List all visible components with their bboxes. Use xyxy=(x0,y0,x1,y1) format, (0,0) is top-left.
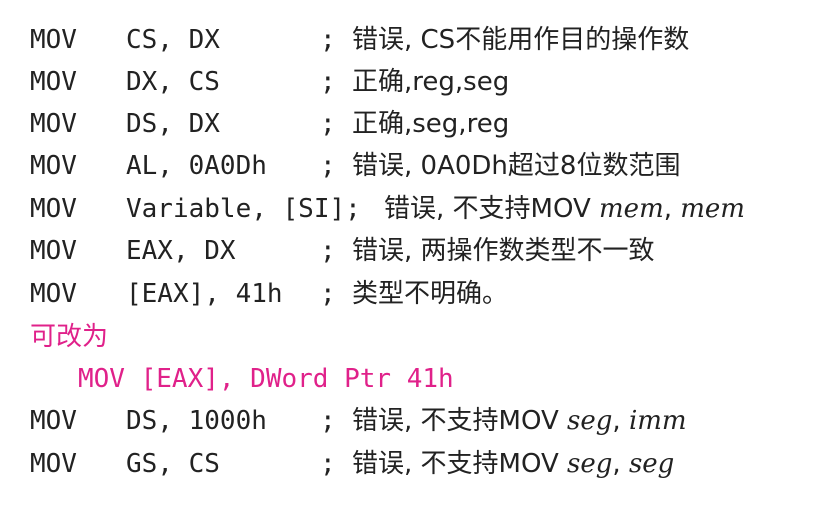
opcode: MOV xyxy=(30,25,77,55)
operands: EAX, DX xyxy=(126,236,236,266)
comment-marker: ; xyxy=(320,67,336,97)
fix-heading: 可改为 xyxy=(30,322,109,352)
operand-type: mem xyxy=(680,194,745,224)
comment: 正确,seg,reg xyxy=(352,109,510,139)
operands: DS, 1000h xyxy=(126,406,267,436)
comment: 错误, 0A0Dh超过8位数范围 xyxy=(352,151,681,181)
comment: 错误, 两操作数类型不一致 xyxy=(352,236,655,266)
comment-marker: ; xyxy=(320,236,336,266)
comment: 类型不明确。 xyxy=(352,279,509,309)
opcode: MOV xyxy=(30,109,77,139)
document-page: MOV CS, DX ; 错误, CS不能用作目的操作数 MOV DX, CS … xyxy=(0,0,831,527)
comment-marker: ; xyxy=(320,406,336,436)
comment: 正确,reg,seg xyxy=(352,67,510,97)
comment-marker: ; xyxy=(320,25,336,55)
operand-type: seg xyxy=(567,449,613,479)
opcode: MOV xyxy=(30,194,77,224)
comment: 错误, 不支持MOV seg, seg xyxy=(352,443,674,485)
operand-type: mem xyxy=(599,194,664,224)
comment-separator: , xyxy=(612,406,629,436)
operands: [EAX], 41h xyxy=(126,279,283,309)
operand-type: imm xyxy=(628,406,687,436)
opcode: MOV xyxy=(30,449,77,479)
opcode: MOV xyxy=(30,279,77,309)
comment-text: 错误, 不支持MOV xyxy=(384,194,600,224)
comment: 错误, 不支持MOV mem, mem xyxy=(384,188,745,230)
operands: Variable, [SI]; xyxy=(126,194,361,224)
operand-type: seg xyxy=(567,406,613,436)
comment-text: 错误, 不支持MOV xyxy=(352,449,568,479)
operands: DS, DX xyxy=(126,109,220,139)
comment-marker: ; xyxy=(320,279,336,309)
comment-marker: ; xyxy=(320,151,336,181)
comment-text: 错误, 不支持MOV xyxy=(352,406,568,436)
comment-marker: ; xyxy=(320,449,336,479)
operands: CS, DX xyxy=(126,25,220,55)
opcode: MOV xyxy=(30,67,77,97)
opcode: MOV xyxy=(30,406,77,436)
comment-separator: , xyxy=(663,194,681,224)
operand-type: seg xyxy=(628,449,675,479)
comment: 错误, 不支持MOV seg, imm xyxy=(352,400,687,442)
comment: 错误, CS不能用作目的操作数 xyxy=(352,25,690,55)
opcode: MOV xyxy=(30,151,77,181)
comment-separator: , xyxy=(612,449,629,479)
fix-code: MOV [EAX], DWord Ptr 41h xyxy=(78,364,454,394)
comment-marker: ; xyxy=(320,109,336,139)
operands: DX, CS xyxy=(126,67,220,97)
operands: AL, 0A0Dh xyxy=(126,151,267,181)
operands: GS, CS xyxy=(126,449,220,479)
opcode: MOV xyxy=(30,236,77,266)
